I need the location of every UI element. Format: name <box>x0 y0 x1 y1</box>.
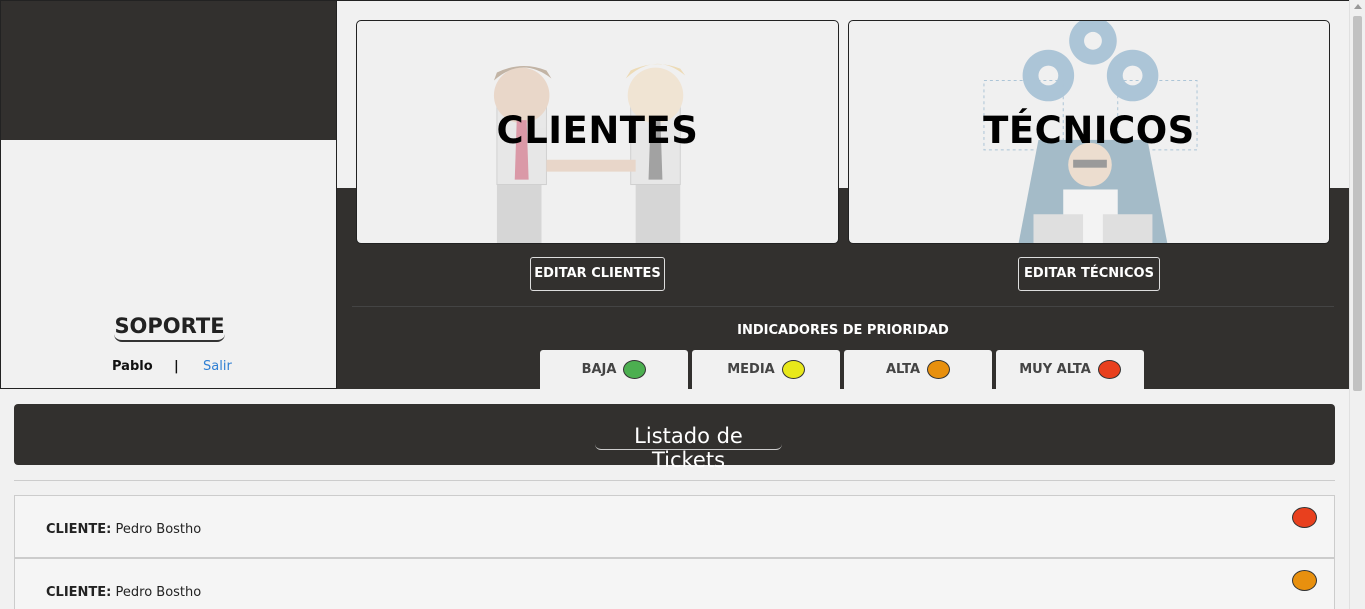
priority-item-media[interactable]: MEDIA <box>692 350 840 389</box>
sidebar-title: SOPORTE <box>114 312 225 342</box>
edit-clientes-button[interactable]: EDITAR CLIENTES <box>530 257 665 291</box>
priority-label: BAJA <box>581 362 617 377</box>
priority-legend: BAJA MEDIA ALTA MUY ALTA <box>540 350 1144 389</box>
tickets-header: Listado de Tickets <box>14 404 1335 472</box>
ticket-client-label: CLIENTE: <box>46 522 112 537</box>
priority-item-muy-alta[interactable]: MUY ALTA <box>996 350 1144 389</box>
section-divider <box>352 306 1334 307</box>
ticket-row[interactable]: CLIENTE: Pedro Bostho <box>14 558 1335 609</box>
tickets-divider <box>14 480 1335 481</box>
user-name: Pablo <box>112 359 153 374</box>
priority-item-alta[interactable]: ALTA <box>844 350 992 389</box>
vertical-scrollbar[interactable] <box>1349 0 1365 609</box>
clientes-card[interactable]: CLIENTES <box>356 20 839 244</box>
ticket-client-name: Pedro Bostho <box>115 585 202 600</box>
priority-item-baja[interactable]: BAJA <box>540 350 688 389</box>
edit-tecnicos-button[interactable]: EDITAR TÉCNICOS <box>1018 257 1160 291</box>
tecnicos-card[interactable]: TÉCNICOS <box>848 20 1330 244</box>
sidebar-panel: SOPORTE Pablo | Salir <box>0 0 337 389</box>
scroll-thumb[interactable] <box>1353 16 1362 391</box>
ticket-client-label: CLIENTE: <box>46 585 112 600</box>
priority-dot-icon <box>781 360 805 379</box>
ticket-row[interactable]: CLIENTE: Pedro Bostho <box>14 495 1335 558</box>
scroll-up-arrow-icon[interactable] <box>1354 4 1362 9</box>
page: SOPORTE Pablo | Salir CLIENTES TÉCNICOS … <box>0 0 1365 609</box>
priority-dot-icon <box>623 360 647 379</box>
main-panel: CLIENTES TÉCNICOS EDITAR CLIENTES EDITAR… <box>337 0 1349 389</box>
priority-label: ALTA <box>885 362 921 377</box>
priority-dot-icon <box>1292 570 1317 591</box>
priority-title: INDICADORES DE PRIORIDAD <box>737 323 949 338</box>
priority-dot-icon <box>927 360 951 379</box>
tickets-title: Listado de Tickets <box>595 424 782 472</box>
logout-link[interactable]: Salir <box>203 359 232 374</box>
priority-label: MUY ALTA <box>1019 362 1091 377</box>
ticket-client: CLIENTE: Pedro Bostho <box>46 522 201 537</box>
priority-dot-icon <box>1097 360 1121 379</box>
priority-dot-icon <box>1292 507 1317 528</box>
tecnicos-card-title: TÉCNICOS <box>983 109 1195 152</box>
sidebar-header-block <box>1 1 336 140</box>
user-separator: | <box>174 359 179 374</box>
ticket-client-name: Pedro Bostho <box>115 522 202 537</box>
ticket-client: CLIENTE: Pedro Bostho <box>46 585 201 600</box>
priority-label: MEDIA <box>727 362 775 377</box>
clientes-card-title: CLIENTES <box>496 109 699 152</box>
